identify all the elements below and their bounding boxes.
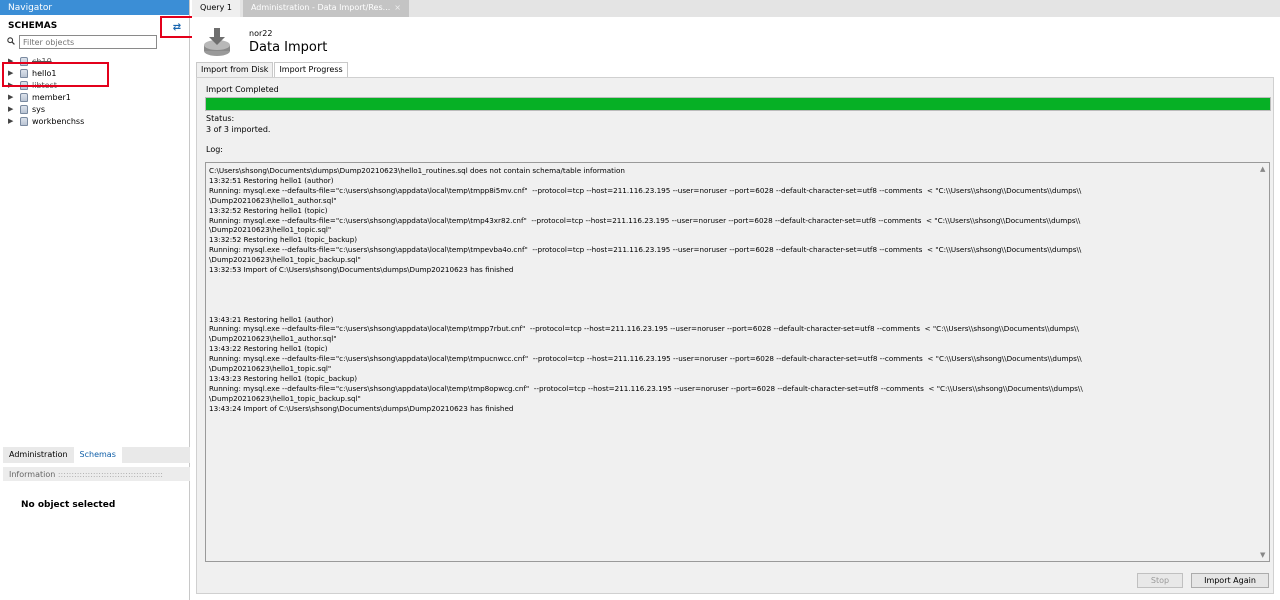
schema-item[interactable]: ▶ workbenchss [0, 115, 190, 127]
tab-data-import[interactable]: Administration - Data Import/Res... × [242, 0, 409, 17]
import-again-button[interactable]: Import Again [1191, 573, 1269, 588]
expand-arrow-icon[interactable]: ▶ [8, 93, 16, 101]
information-header: Information ::::::::::::::::::::::::::::… [3, 467, 190, 481]
schema-name: cb10 [32, 56, 52, 66]
close-icon[interactable]: × [394, 3, 401, 17]
tab-query-1[interactable]: Query 1 [192, 0, 240, 17]
mysql-workbench-window: Navigator SCHEMAS ⇄ ▶ cb10 ▶ hello1 ▶ libtest… [0, 0, 1280, 600]
database-icon [20, 92, 28, 102]
schema-item[interactable]: ▶ member1 [0, 91, 190, 103]
editor-tabs: Query 1 Administration - Data Import/Res… [192, 0, 1280, 17]
import-subtabs: Import from Disk Import Progress [196, 62, 349, 77]
tab-import-progress[interactable]: Import Progress [274, 62, 348, 77]
log-line: C:\Users\shsong\Documents\dumps\Dump2021… [209, 166, 625, 175]
log-line: Running: mysql.exe --defaults-file="c:\u… [209, 245, 1082, 255]
tab-schemas[interactable]: Schemas [73, 447, 122, 463]
schema-item[interactable]: ▶ hello1 [0, 67, 190, 79]
log-line: Running: mysql.exe --defaults-file="c:\u… [209, 215, 1081, 225]
log-scrollbar[interactable]: ▲ ▼ [1257, 163, 1269, 561]
import-progress-panel: Import Completed Status: 3 of 3 imported… [196, 77, 1274, 594]
status-label: Status: [206, 114, 235, 123]
scroll-down-icon[interactable]: ▼ [1260, 551, 1265, 559]
schemas-header-label: SCHEMAS [8, 21, 58, 31]
schemas-header: SCHEMAS ⇄ [0, 15, 194, 38]
import-icon [204, 28, 230, 56]
schema-name: hello1 [32, 68, 57, 78]
connection-name: nor22 [249, 29, 273, 38]
progress-bar [205, 97, 1271, 111]
filter-row [0, 35, 189, 51]
schema-name: sys [32, 104, 46, 114]
log-text: C:\Users\shsong\Documents\dumps\Dump2021… [209, 166, 1249, 414]
schema-tree: ▶ cb10 ▶ hello1 ▶ libtest ▶ member1 ▶ sys ▶ workben… [0, 55, 190, 127]
database-icon [20, 80, 28, 90]
log-line: \Dump20210623\hello1_topic.sql" [209, 225, 332, 235]
log-line: 13:43:24 Import of C:\Users\shsong\Docum… [209, 403, 514, 413]
information-divider: ::::::::::::::::::::::::::::::::::::::: [57, 470, 163, 479]
schema-item[interactable]: ▶ libtest [0, 79, 190, 91]
navigator-bottom-tabs: Administration Schemas [3, 447, 190, 463]
import-status-message: Import Completed [206, 85, 279, 94]
tab-import-from-disk[interactable]: Import from Disk [196, 62, 274, 77]
expand-arrow-icon[interactable]: ▶ [8, 117, 16, 125]
log-line: Running: mysql.exe --defaults-file="c:\u… [209, 383, 1083, 393]
log-line: \Dump20210623\hello1_author.sql" [209, 334, 337, 344]
schema-name: member1 [32, 92, 71, 102]
expand-arrow-icon[interactable]: ▶ [8, 81, 16, 89]
expand-arrow-icon[interactable]: ▶ [8, 69, 16, 77]
schema-item[interactable]: ▶ cb10 [0, 55, 190, 67]
schema-item[interactable]: ▶ sys [0, 103, 190, 115]
log-line: 13:43:22 Restoring hello1 (topic) [209, 344, 328, 354]
refresh-icon: ⇄ [172, 21, 182, 33]
log-line: 13:32:52 Restoring hello1 (topic) [209, 205, 328, 215]
log-line: \Dump20210623\hello1_author.sql" [209, 195, 337, 205]
no-object-selected: No object selected [21, 500, 116, 510]
expand-arrow-icon[interactable]: ▶ [8, 105, 16, 113]
tab-data-import-label: Administration - Data Import/Res... [250, 3, 391, 12]
log-line: 13:32:53 Import of C:\Users\shsong\Docum… [209, 265, 514, 275]
status-value: 3 of 3 imported. [206, 125, 271, 134]
progress-fill [206, 98, 1270, 110]
log-line: 13:43:21 Restoring hello1 (author) [209, 314, 334, 324]
scroll-up-icon[interactable]: ▲ [1260, 165, 1265, 173]
tab-administration[interactable]: Administration [3, 447, 74, 463]
log-line: 13:43:23 Restoring hello1 (topic_backup) [209, 373, 358, 383]
log-line: Running: mysql.exe --defaults-file="c:\u… [209, 185, 1082, 195]
navigator-panel: Navigator SCHEMAS ⇄ ▶ cb10 ▶ hello1 ▶ libtest… [0, 0, 194, 600]
database-icon [20, 56, 28, 66]
log-line: \Dump20210623\hello1_topic_backup.sql" [209, 393, 361, 403]
log-label: Log: [206, 145, 223, 154]
schema-name: libtest [32, 80, 57, 90]
stop-button[interactable]: Stop [1137, 573, 1183, 588]
log-output[interactable]: C:\Users\shsong\Documents\dumps\Dump2021… [205, 162, 1270, 562]
database-icon [20, 104, 28, 114]
log-line: Running: mysql.exe --defaults-file="c:\u… [209, 324, 1079, 334]
search-icon [7, 37, 15, 45]
log-line: \Dump20210623\hello1_topic_backup.sql" [209, 255, 361, 265]
log-line: \Dump20210623\hello1_topic.sql" [209, 364, 332, 374]
navigator-title: Navigator [0, 0, 189, 15]
information-label: Information [9, 470, 56, 479]
page-title: Data Import [249, 40, 328, 55]
filter-objects-input[interactable] [19, 35, 157, 49]
schema-name: workbenchss [32, 116, 85, 126]
database-icon [20, 116, 28, 126]
page-header: nor22 Data Import [192, 17, 1280, 63]
log-line: 13:32:52 Restoring hello1 (topic_backup) [209, 235, 358, 245]
log-line: Running: mysql.exe --defaults-file="c:\u… [209, 354, 1082, 364]
log-line: 13:32:51 Restoring hello1 (author) [209, 175, 334, 185]
database-icon [20, 68, 28, 78]
expand-arrow-icon[interactable]: ▶ [8, 57, 16, 65]
